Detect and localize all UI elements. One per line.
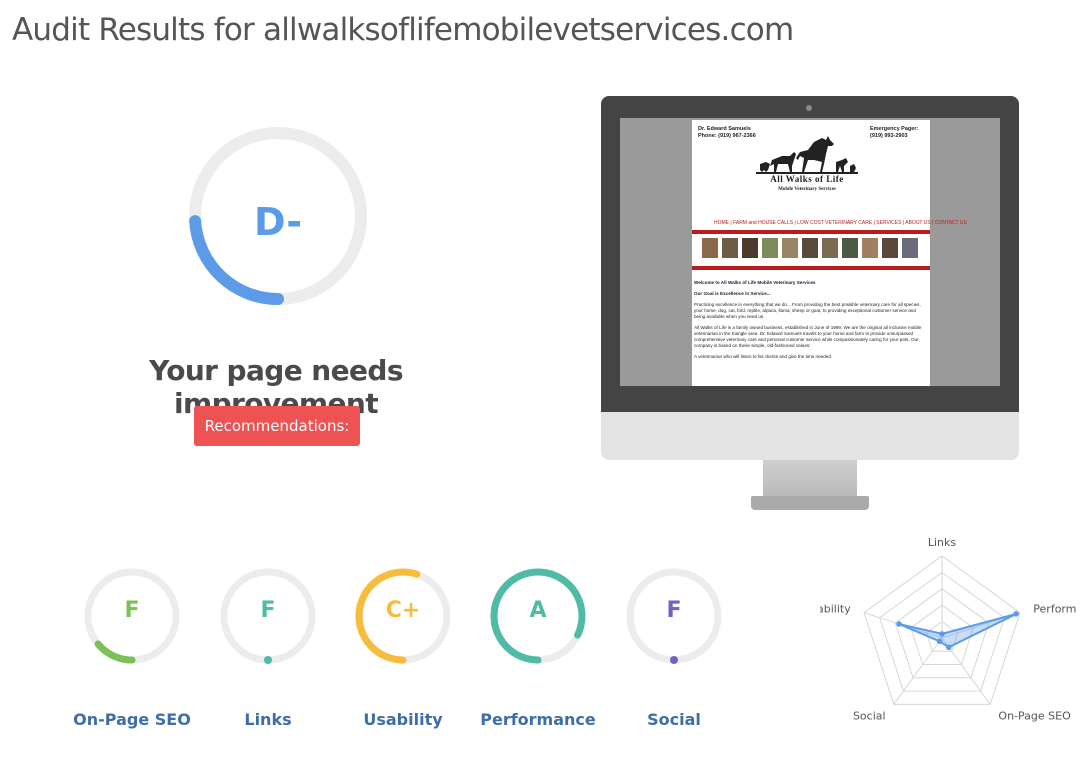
site-welcome: Welcome to All Walks of Life Mobile Vete… [694, 280, 816, 285]
radar-point [939, 631, 945, 637]
radar-axis-label: Social [853, 710, 886, 723]
category-grade: F [666, 598, 682, 623]
category-grade: C+ [385, 598, 421, 623]
recommendations-button[interactable]: Recommendations: 30 [194, 406, 360, 475]
radar-axis-label: Usability [820, 602, 851, 615]
site-photo [882, 238, 898, 258]
website-preview-monitor: Dr. Edward Samuels Phone: (919) 967-2366… [601, 96, 1019, 510]
site-paragraph-2: All Walks of Life is a family owned busi… [694, 325, 922, 348]
site-photo [742, 238, 758, 258]
category-radar-chart: Links Performance On-Page SEO Social Usabili… [820, 536, 1076, 723]
site-paragraph-1: Practicing excellence in everything that… [694, 302, 921, 319]
site-photo [822, 238, 838, 258]
site-divider-top [692, 230, 930, 234]
website-screenshot: Dr. Edward Samuels Phone: (919) 967-2366… [620, 118, 1000, 386]
radar-point [1013, 611, 1019, 617]
radar-series-area [898, 612, 1017, 649]
site-photo [802, 238, 818, 258]
category-on-page-seo[interactable]: F On-Page SEO [73, 556, 191, 736]
site-logo-name: All Walks of Life [770, 174, 844, 184]
site-goal: Our Goal is Excellence in Service... [694, 291, 771, 296]
radar-point [945, 644, 952, 651]
page-title: Audit Results for allwalksoflifemobileve… [12, 12, 794, 48]
category-grade: F [124, 598, 140, 623]
overall-grade: D- [253, 200, 303, 244]
site-body-text: Welcome to All Walks of Life Mobile Vete… [694, 280, 926, 365]
overall-grade-gauge: D- [188, 106, 368, 330]
site-nav: HOME | FARM and HOUSE CALLS | LOW COST V… [714, 220, 967, 226]
radar-axis-label: Performance [1033, 602, 1076, 615]
site-photo [782, 238, 798, 258]
category-grade: F [260, 598, 276, 623]
site-photo [902, 238, 918, 258]
site-photo [702, 238, 718, 258]
radar-axis-line [893, 637, 943, 705]
site-phone: Phone: (919) 967-2366 [698, 133, 756, 139]
monitor-chin [601, 412, 1019, 460]
monitor-base [751, 496, 869, 510]
radar-point [936, 638, 943, 645]
site-logo-subtitle: Mobile Veterinary Services [778, 187, 836, 192]
site-photo [862, 238, 878, 258]
site-photo-strip [702, 238, 922, 260]
monitor-bezel: Dr. Edward Samuels Phone: (919) 967-2366… [601, 96, 1019, 412]
category-social[interactable]: F Social [624, 556, 724, 736]
website-page: Dr. Edward Samuels Phone: (919) 967-2366… [692, 120, 967, 386]
category-label[interactable]: Social [594, 710, 754, 729]
monitor-stand [763, 460, 857, 498]
site-logo: All Walks of Life Mobile Veterinary Serv… [752, 134, 862, 194]
category-gauge-dot [264, 656, 272, 664]
category-usability[interactable]: C+ Usability [353, 556, 453, 736]
animals-silhouette-icon [756, 136, 858, 174]
radar-axis-label: Links [928, 536, 957, 549]
site-photo [762, 238, 778, 258]
site-bullet: A veterinarian who will listen to his cl… [694, 354, 833, 359]
radar-axis-label: On-Page SEO [998, 710, 1071, 723]
category-links[interactable]: F Links [218, 556, 318, 736]
site-doctor-name: Dr. Edward Samuels [698, 126, 751, 132]
category-grade: A [529, 598, 547, 623]
site-emergency: Emergency Pager: (919) 993-2903 [870, 126, 919, 139]
site-contact: Dr. Edward Samuels Phone: (919) 967-2366 [698, 126, 756, 140]
category-gauge-dot [670, 656, 678, 664]
camera-icon [806, 105, 812, 111]
category-performance[interactable]: A Performance [480, 556, 596, 736]
site-photo [722, 238, 738, 258]
radar-point [896, 621, 902, 627]
site-divider-bottom [692, 266, 930, 270]
site-photo [842, 238, 858, 258]
